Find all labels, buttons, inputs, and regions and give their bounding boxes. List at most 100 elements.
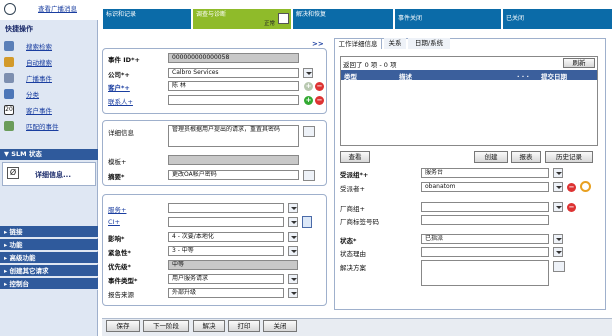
quick-item-customer-incidents[interactable]: 20 客户事件 xyxy=(4,103,96,116)
matched-incidents-icon xyxy=(4,120,14,131)
history-button[interactable]: 历史记录 xyxy=(545,151,593,163)
incident-id-label: 事件 ID*+ xyxy=(108,56,140,64)
left-pane: 查看广播消息 快捷操作 搜索检索 自动搜索 广播事件 分类 20 客户事件 匹配… xyxy=(0,0,98,336)
summary-field[interactable]: 更改OA帐户密码 xyxy=(168,170,299,180)
no-slm-icon: Ø xyxy=(7,167,19,179)
nav-create-other-request[interactable]: ▸ 创建其它请求 xyxy=(0,265,98,277)
col-more: . . . xyxy=(517,71,529,79)
service-dropdown-icon[interactable] xyxy=(288,203,298,213)
ci-field[interactable] xyxy=(168,217,284,227)
col-submit-date: 提交日期 xyxy=(541,73,567,81)
step-identify-record[interactable]: 标识和记录 xyxy=(103,9,191,29)
step-label: 标识和记录 xyxy=(106,11,137,18)
resolution-expand-icon[interactable] xyxy=(553,261,565,272)
quick-item-search[interactable]: 搜索检索 xyxy=(4,39,96,52)
vendor-ticket-field[interactable] xyxy=(421,215,549,225)
customer-label[interactable]: 客户*+ xyxy=(108,82,130,92)
status-reason-select[interactable] xyxy=(421,247,549,257)
save-button[interactable]: 保存 xyxy=(106,320,140,332)
contact-label[interactable]: 联系人+ xyxy=(108,96,133,106)
nav-functions[interactable]: ▸ 功能 xyxy=(0,239,98,251)
step-label: 调查与诊断 xyxy=(196,11,227,18)
customer-clear-icon[interactable]: − xyxy=(315,82,324,91)
assigned-group-field[interactable]: 服务台 xyxy=(421,168,549,178)
quick-item-matched-incidents[interactable]: 匹配的事件 xyxy=(4,119,96,132)
quick-item-categorize[interactable]: 分类 xyxy=(4,87,96,100)
source-label: 报告来源 xyxy=(108,291,134,299)
ci-label[interactable]: CI+ xyxy=(108,218,120,226)
assignee-dropdown-icon[interactable] xyxy=(553,182,563,192)
status-reason-dropdown-icon[interactable] xyxy=(553,247,563,257)
customer-add-icon[interactable]: + xyxy=(304,82,313,91)
close-button[interactable]: 关闭 xyxy=(263,320,297,332)
notes-expand-icon[interactable] xyxy=(303,126,315,137)
customer-field[interactable]: 陈 林 xyxy=(168,81,299,91)
assigned-group-dropdown-icon[interactable] xyxy=(553,168,563,178)
template-label: 模板+ xyxy=(108,158,127,166)
slm-details-link[interactable]: 详细信息... xyxy=(35,170,71,180)
resolution-label: 解决方案 xyxy=(340,264,366,272)
auto-search-icon xyxy=(4,56,14,67)
step-closed[interactable]: 已关闭 xyxy=(503,9,612,29)
resolve-button[interactable]: 解决 xyxy=(193,320,225,332)
step-label: 解决和恢复 xyxy=(296,11,327,18)
status-dropdown-icon[interactable] xyxy=(553,234,563,244)
urgency-dropdown-icon[interactable] xyxy=(288,246,298,256)
next-stage-button[interactable]: 下一阶段 xyxy=(143,320,189,332)
company-field[interactable]: Calbro Services xyxy=(168,68,299,78)
step-investigate-diagnose[interactable]: 调查与诊断 正常 xyxy=(193,9,291,29)
nav-advanced-functions[interactable]: ▸ 高级功能 xyxy=(0,252,98,264)
vendor-group-clear-icon[interactable]: − xyxy=(567,203,576,212)
service-field[interactable] xyxy=(168,203,284,213)
contact-clear-icon[interactable]: − xyxy=(315,96,324,105)
ci-search-icon[interactable] xyxy=(302,216,312,228)
source-dropdown-icon[interactable] xyxy=(288,288,298,298)
resolution-field[interactable] xyxy=(421,260,549,286)
step-resolve-recover[interactable]: 解决和恢复 xyxy=(293,9,393,29)
broadcast-icon xyxy=(4,72,14,83)
refresh-button[interactable]: 刷新 xyxy=(563,58,595,68)
quick-item-label: 匹配的事件 xyxy=(26,122,59,131)
tab-date-system[interactable]: 日期/系统 xyxy=(408,38,450,49)
create-button[interactable]: 创建 xyxy=(474,151,508,163)
tab-work-info[interactable]: 工作详细信息 xyxy=(334,38,382,49)
quick-item-auto-search[interactable]: 自动搜索 xyxy=(4,55,96,68)
view-broadcast-link[interactable]: 查看广播消息 xyxy=(38,3,77,13)
right-tabs: 工作详细信息 关系 日期/系统 xyxy=(334,38,606,50)
summary-label: 摘要* xyxy=(108,173,125,181)
incident-type-select[interactable]: 用户服务请求 xyxy=(168,274,284,284)
urgency-select[interactable]: 3 - 中等 xyxy=(168,246,284,256)
notes-field[interactable]: 管理员根据用户提出的请求，重置其密码 xyxy=(168,125,299,147)
clock-icon[interactable] xyxy=(580,181,591,192)
nav-links[interactable]: ▸ 链接 xyxy=(0,226,98,238)
report-button[interactable]: 报表 xyxy=(511,151,541,163)
priority-field: 中等 xyxy=(168,260,298,270)
step-dropdown-icon[interactable] xyxy=(278,13,289,24)
vendor-group-field[interactable] xyxy=(421,202,549,212)
work-info-table: 返回了 0 项 - 0 项 刷新 类型 描述 . . . 提交日期 xyxy=(340,56,598,146)
service-label[interactable]: 服务+ xyxy=(108,204,126,214)
step-incident-closure[interactable]: 事件关闭 xyxy=(395,9,501,29)
slm-status-header[interactable]: ▼ SLM 状态 xyxy=(0,149,98,160)
summary-expand-icon[interactable] xyxy=(303,170,315,181)
contact-field[interactable] xyxy=(168,95,299,105)
source-select[interactable]: 外部升级 xyxy=(168,288,284,298)
status-select[interactable]: 已指派 xyxy=(421,234,549,244)
assignee-clear-icon[interactable]: − xyxy=(567,183,576,192)
step-status: 正常 xyxy=(263,21,275,27)
quick-item-broadcast[interactable]: 广播事件 xyxy=(4,71,96,84)
tab-relationships[interactable]: 关系 xyxy=(384,38,406,49)
vendor-ticket-label: 厂商标签号码 xyxy=(340,218,379,226)
expand-collapse-icon[interactable]: >> xyxy=(312,40,324,48)
ci-dropdown-icon[interactable] xyxy=(288,217,298,227)
contact-add-icon[interactable]: + xyxy=(304,96,313,105)
vendor-group-dropdown-icon[interactable] xyxy=(553,202,563,212)
assignee-field[interactable]: obanatom xyxy=(421,182,549,192)
impact-select[interactable]: 4 - 次要/本地化 xyxy=(168,232,284,242)
view-button[interactable]: 查看 xyxy=(340,151,370,163)
impact-dropdown-icon[interactable] xyxy=(288,232,298,242)
company-dropdown-icon[interactable] xyxy=(303,68,313,78)
nav-console[interactable]: ▸ 控制台 xyxy=(0,278,98,290)
incident-type-dropdown-icon[interactable] xyxy=(288,274,298,284)
print-button[interactable]: 打印 xyxy=(228,320,260,332)
